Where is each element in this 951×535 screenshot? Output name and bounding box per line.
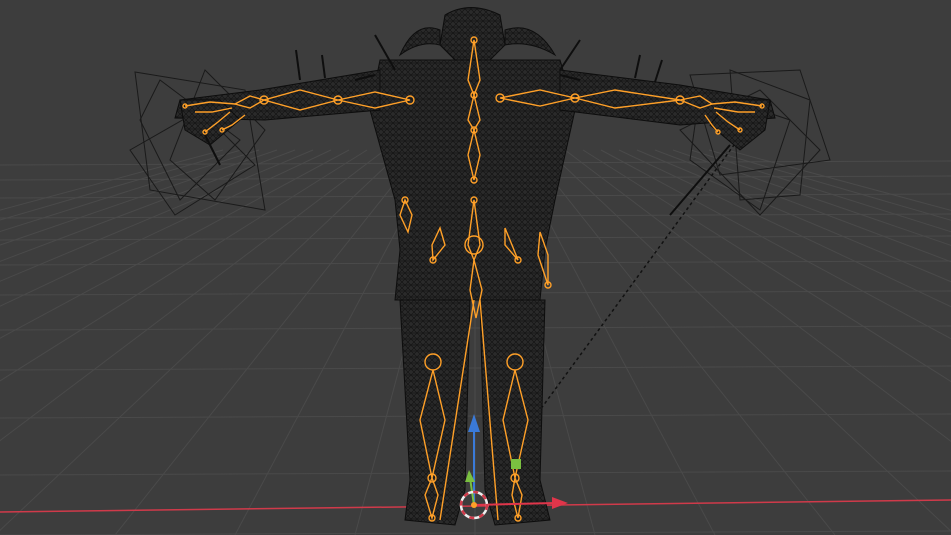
viewport-canvas[interactable]	[0, 0, 951, 535]
mesh-horn-right	[504, 27, 557, 57]
mesh-horn-left	[398, 27, 441, 57]
gizmo-scale-handle[interactable]	[511, 459, 521, 469]
gizmo-up-arrow-icon[interactable]	[468, 414, 480, 432]
3d-viewport[interactable]	[0, 0, 951, 535]
mesh-leg-right	[479, 299, 551, 526]
gizmo-right-arrow-icon[interactable]	[552, 497, 568, 509]
mesh-torso	[369, 59, 576, 301]
mesh-leg-left	[399, 299, 471, 526]
